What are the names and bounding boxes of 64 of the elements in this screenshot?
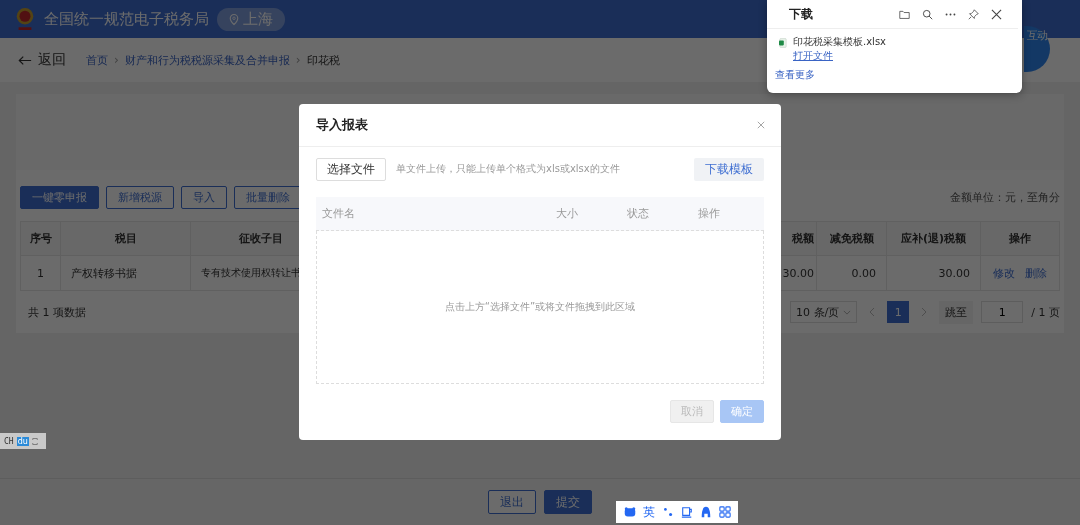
emblem-icon [14, 5, 36, 33]
page-count: / 1 页 [1031, 304, 1060, 320]
download-template-button[interactable]: 下载模板 [694, 157, 764, 181]
table-cell: 30.00 [938, 266, 970, 280]
panel-title: 下载 [789, 5, 813, 23]
back-button[interactable]: 返回 [12, 50, 72, 70]
column-header: 税额 [792, 231, 814, 246]
table-cell: 1 [37, 266, 44, 280]
page-size-select[interactable]: 10 条/页 [790, 301, 858, 323]
assistant-avatar[interactable]: 互动 [1024, 26, 1050, 72]
footer-button[interactable]: 提交 [544, 490, 592, 514]
input-mode-toggle[interactable]: 英 [642, 503, 655, 521]
dialog-title: 导入报表 [316, 116, 368, 134]
row-action-link[interactable]: 修改 [993, 265, 1015, 281]
language-indicator[interactable]: CH [4, 436, 14, 446]
see-more-link[interactable]: 查看更多 [767, 63, 815, 82]
search-icon[interactable] [922, 8, 933, 20]
column-header: 操作 [698, 206, 720, 221]
table-cell: 30.00 [782, 266, 814, 280]
grid-icon[interactable] [718, 506, 731, 518]
open-file-link[interactable]: 打开文件 [793, 49, 886, 63]
footer-button[interactable]: 退出 [488, 490, 536, 514]
total-count: 共 1 项数据 [28, 304, 86, 320]
table-cell: 0.00 [851, 266, 876, 280]
location-icon [229, 12, 239, 26]
breadcrumb-link[interactable]: 首页 [86, 52, 108, 68]
close-icon[interactable] [991, 8, 1002, 20]
column-header: 文件名 [322, 206, 355, 221]
column-header: 税目 [114, 231, 137, 246]
toolbar-button[interactable]: 新增税源 [106, 186, 174, 209]
page-button[interactable]: 1 [887, 301, 910, 323]
site-title: 全国统一规范电子税务局 [44, 9, 209, 29]
page-input[interactable]: 1 [981, 301, 1024, 323]
table-cell: 产权转移书据 [71, 265, 137, 281]
toolbar-button[interactable]: 批量删除 [234, 186, 302, 209]
column-header: 应补(退)税额 [900, 231, 967, 246]
current-page-label: 印花税 [306, 52, 340, 68]
expand-icon[interactable] [31, 436, 38, 446]
font-icon[interactable] [699, 506, 712, 518]
punctuation-icon[interactable] [661, 506, 674, 518]
jump-label: 跳至 [939, 300, 974, 324]
folder-icon[interactable] [899, 8, 910, 20]
column-header: 状态 [627, 206, 649, 221]
drop-hint: 点击上方“选择文件”或将文件拖拽到此区域 [444, 300, 636, 314]
chevron-down-icon [843, 309, 852, 315]
back-arrow-icon [18, 54, 32, 66]
column-header: 征收子目 [238, 231, 283, 246]
column-header: 减免税额 [829, 231, 874, 246]
ime-logo[interactable]: du [16, 436, 29, 446]
upload-hint: 单文件上传，只能上传单个格式为xls或xlsx的文件 [396, 162, 620, 176]
column-header: 大小 [556, 206, 578, 221]
breadcrumb-link[interactable]: 财产和行为税税源采集及合并申报 [124, 52, 290, 68]
unit-note: 金额单位：元，至角分 [950, 190, 1060, 205]
breadcrumb-separator: › [295, 53, 301, 67]
toolbar-button[interactable]: 导入 [181, 186, 227, 209]
pin-icon[interactable] [968, 8, 979, 20]
choose-file-button[interactable]: 选择文件 [316, 157, 386, 181]
column-header: 序号 [29, 231, 52, 246]
drop-zone[interactable]: 点击上方“选择文件”或将文件拖拽到此区域 [316, 231, 764, 384]
spreadsheet-file-icon [779, 38, 787, 48]
breadcrumb-separator: › [114, 53, 119, 67]
file-name: 印花税采集模板.xlsx [793, 35, 886, 49]
row-action-link[interactable]: 删除 [1025, 265, 1047, 281]
column-header: 操作 [1009, 231, 1031, 246]
